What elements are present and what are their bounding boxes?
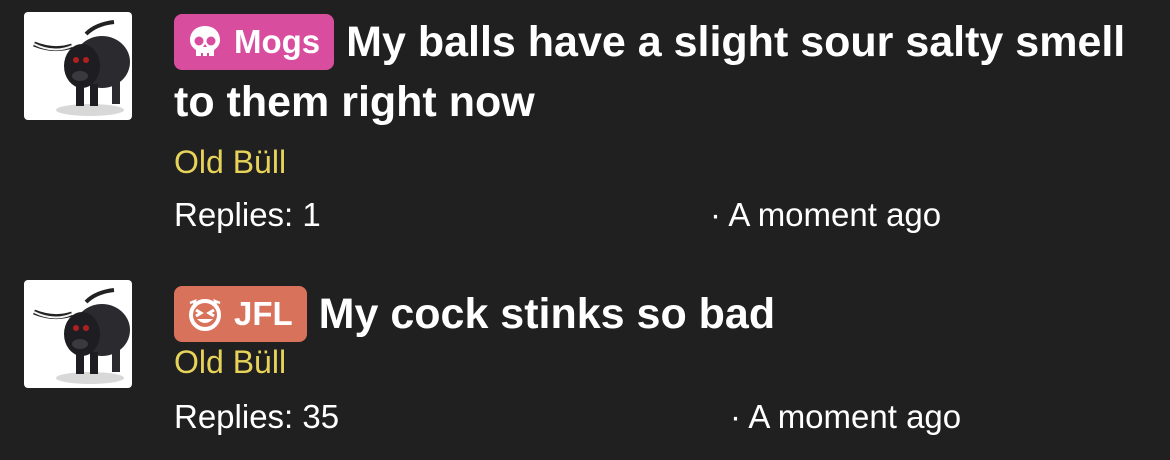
thread-title-text: My cock stinks so bad: [318, 290, 776, 338]
skull-icon: [186, 23, 224, 61]
thread-author[interactable]: Old Büll: [174, 342, 1134, 382]
thread-meta: Replies: 1 · A moment ago: [174, 196, 1134, 240]
tag-label: JFL: [234, 295, 293, 332]
bull-avatar-image: [33, 288, 130, 384]
tag-badge[interactable]: Mogs: [174, 14, 335, 70]
tag-badge[interactable]: JFL: [174, 286, 307, 342]
avatar[interactable]: [24, 12, 132, 120]
timestamp: · A moment ago: [730, 398, 962, 435]
reply-count: Replies: 1: [174, 196, 321, 233]
thread-meta: Replies: 35 · A moment ago: [174, 398, 1134, 442]
thread-title[interactable]: Mogs My balls have a slight sour salty sm…: [174, 12, 1134, 132]
bull-avatar-image: [33, 20, 130, 116]
thread-title[interactable]: JFL My cock stinks so bad: [174, 284, 1134, 344]
reply-count: Replies: 35: [174, 398, 340, 435]
avatar[interactable]: [24, 280, 132, 388]
laughing-face-icon: [186, 295, 224, 333]
thread-author[interactable]: Old Büll: [174, 142, 1134, 182]
tag-label: Mogs: [234, 23, 321, 60]
timestamp: · A moment ago: [710, 196, 942, 233]
